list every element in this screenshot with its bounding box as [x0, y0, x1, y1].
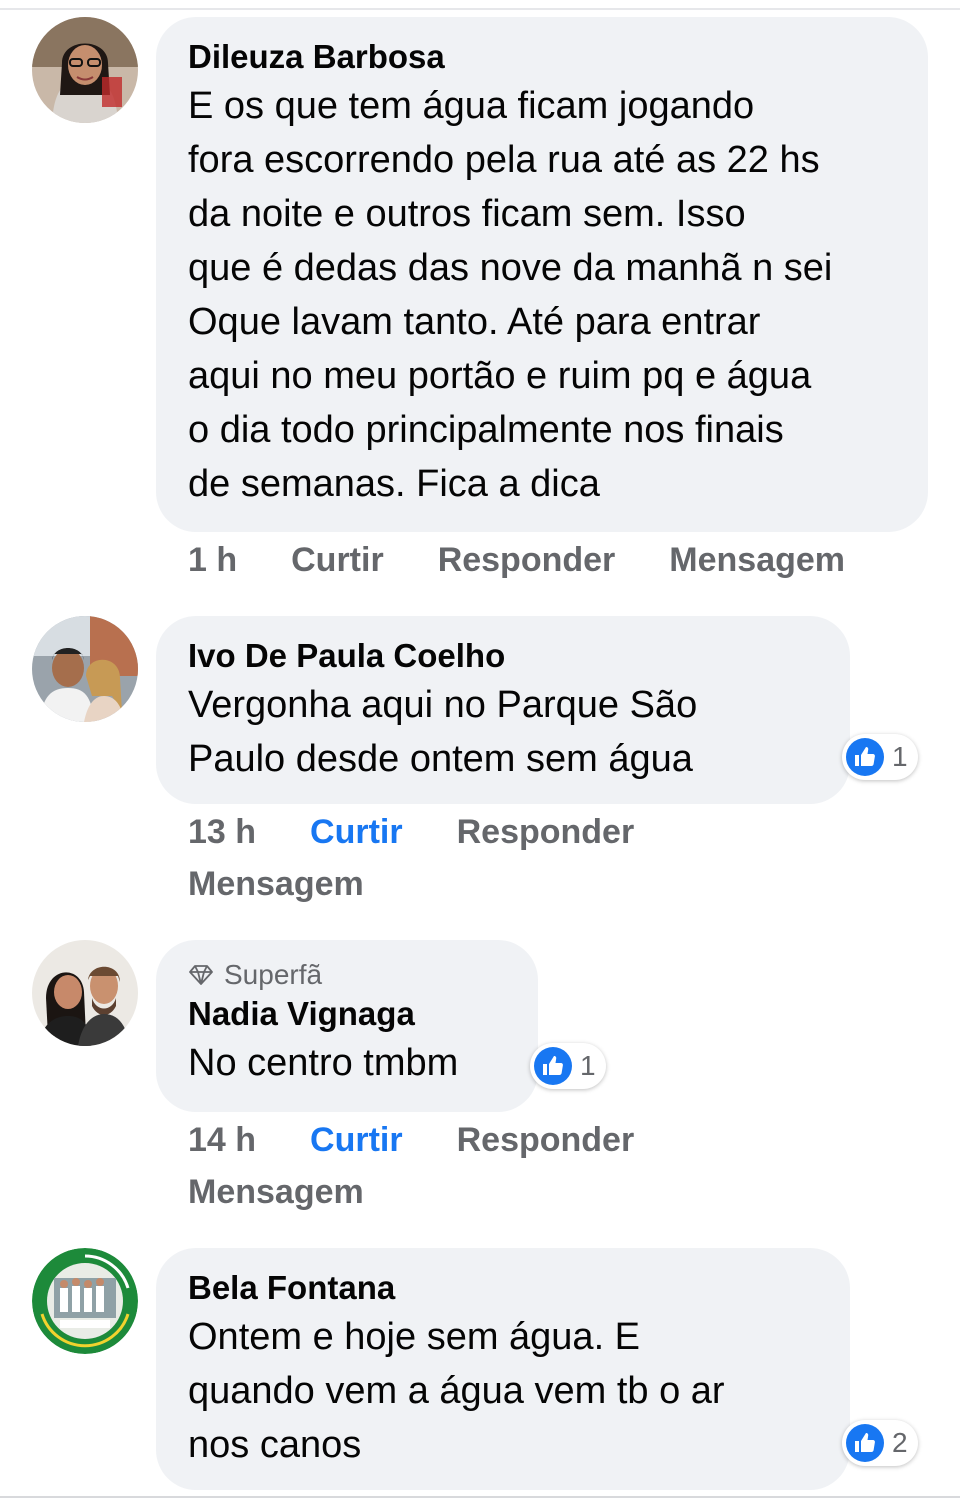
comment-text-line: Vergonha aqui no Parque São: [188, 684, 698, 726]
comment-text: No centro tmbm: [188, 1036, 506, 1090]
comment-bubble: Superfã Nadia Vignaga No centro tmbm: [156, 940, 538, 1112]
reaction-count: 1: [580, 1050, 596, 1081]
comment-text-line: aqui no meu portão e ruim pq e água: [188, 355, 812, 397]
like-button[interactable]: Curtir: [291, 534, 384, 586]
badge-label: Superfã: [224, 959, 323, 990]
reply-button[interactable]: Responder: [457, 1114, 635, 1166]
comment-text: E os que tem água ficam jogando fora esc…: [188, 79, 896, 511]
diamond-icon: [189, 965, 213, 985]
comment-actions: 14 h Curtir Responder Mensagem: [188, 1114, 688, 1218]
like-icon: [846, 1424, 884, 1462]
comment-bubble: Ivo De Paula Coelho Vergonha aqui no Par…: [156, 616, 850, 804]
comment-text-line: Paulo desde ontem sem água: [188, 738, 693, 780]
like-icon: [846, 738, 884, 776]
comment-text-line: de semanas. Fica a dica: [188, 463, 600, 505]
comment-text-line: Oque lavam tanto. Até para entrar: [188, 301, 761, 343]
message-button[interactable]: Mensagem: [188, 858, 364, 910]
comment-author[interactable]: Ivo De Paula Coelho: [188, 636, 818, 676]
reaction-summary[interactable]: 1: [842, 734, 918, 780]
comment-text: Ontem e hoje sem água. E quando vem a ág…: [188, 1310, 818, 1472]
comment-author[interactable]: Nadia Vignaga: [188, 994, 506, 1034]
comment-bubble: Bela Fontana Ontem e hoje sem água. E qu…: [156, 1248, 850, 1490]
bottom-divider: [0, 1496, 960, 1498]
comment-author[interactable]: Bela Fontana: [188, 1268, 818, 1308]
avatar[interactable]: [32, 17, 138, 123]
comment-text-line: E os que tem água ficam jogando: [188, 85, 755, 127]
comment-time[interactable]: 1 h: [188, 534, 237, 586]
comment-time[interactable]: 13 h: [188, 806, 256, 858]
avatar[interactable]: [32, 616, 138, 722]
top-fan-badge: Superfã: [188, 958, 506, 992]
comment-text-line: o dia todo principalmente nos finais: [188, 409, 784, 451]
comment-bubble: Dileuza Barbosa E os que tem água ficam …: [156, 17, 928, 532]
reply-button[interactable]: Responder: [457, 806, 635, 858]
reaction-summary[interactable]: 2: [842, 1420, 918, 1466]
comment-time[interactable]: 14 h: [188, 1114, 256, 1166]
reaction-summary[interactable]: 1: [530, 1043, 606, 1089]
comment-text: Vergonha aqui no Parque São Paulo desde …: [188, 678, 818, 786]
comment-text-line: que é dedas das nove da manhã n sei: [188, 247, 833, 289]
message-button[interactable]: Mensagem: [669, 534, 845, 586]
comment-author[interactable]: Dileuza Barbosa: [188, 37, 896, 77]
comment-text-line: No centro tmbm: [188, 1042, 459, 1084]
comment-actions: 13 h Curtir Responder Mensagem: [188, 806, 688, 910]
comment-text-line: Ontem e hoje sem água. E: [188, 1316, 641, 1358]
top-divider: [0, 8, 960, 10]
avatar[interactable]: [32, 1248, 138, 1354]
comment-text-line: nos canos: [188, 1424, 362, 1466]
like-icon: [534, 1047, 572, 1085]
like-button[interactable]: Curtir: [310, 1114, 403, 1166]
avatar[interactable]: [32, 940, 138, 1046]
reaction-count: 2: [892, 1427, 908, 1458]
comment-text-line: fora escorrendo pela rua até as 22 hs: [188, 139, 820, 181]
reply-button[interactable]: Responder: [438, 534, 616, 586]
like-button[interactable]: Curtir: [310, 806, 403, 858]
comment-text-line: da noite e outros ficam sem. Isso: [188, 193, 746, 235]
reaction-count: 1: [892, 741, 908, 772]
comment-text-line: quando vem a água vem tb o ar: [188, 1370, 725, 1412]
message-button[interactable]: Mensagem: [188, 1166, 364, 1218]
comment-actions: 1 h Curtir Responder Mensagem: [188, 534, 845, 586]
